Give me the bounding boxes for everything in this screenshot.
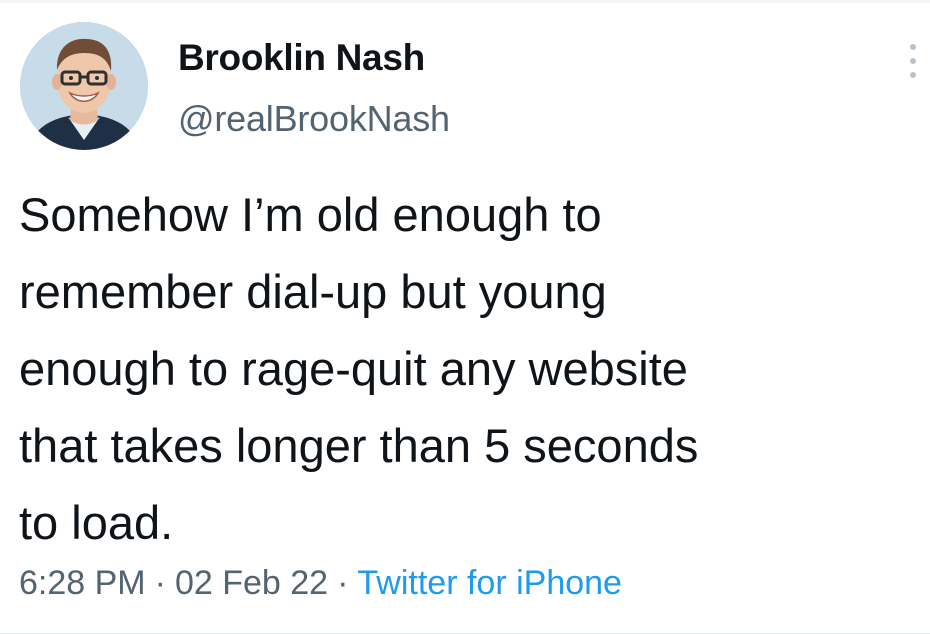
meta-separator: · [337, 564, 349, 602]
meta-separator: · [154, 564, 166, 602]
author-handle[interactable]: @realBrookNash [178, 98, 450, 140]
more-options-button[interactable] [902, 40, 926, 82]
top-divider [0, 0, 930, 3]
author-display-name[interactable]: Brooklin Nash [178, 36, 425, 80]
tweet-card: Brooklin Nash @realBrookNash Somehow I’m… [0, 0, 930, 634]
tweet-source-link[interactable]: Twitter for iPhone [357, 564, 622, 602]
ellipsis-vertical-icon [910, 44, 916, 50]
ellipsis-dot [910, 58, 916, 64]
tweet-time[interactable]: 6:28 PM [19, 564, 146, 602]
ellipsis-dot [910, 72, 916, 78]
avatar[interactable] [20, 22, 148, 150]
tweet-meta: 6:28 PM · 02 Feb 22 · Twitter for iPhone [19, 562, 622, 604]
tweet-text: Somehow I’m old enough to remember dial-… [19, 188, 699, 549]
profile-photo-icon [20, 22, 148, 150]
tweet-date[interactable]: 02 Feb 22 [175, 564, 328, 602]
